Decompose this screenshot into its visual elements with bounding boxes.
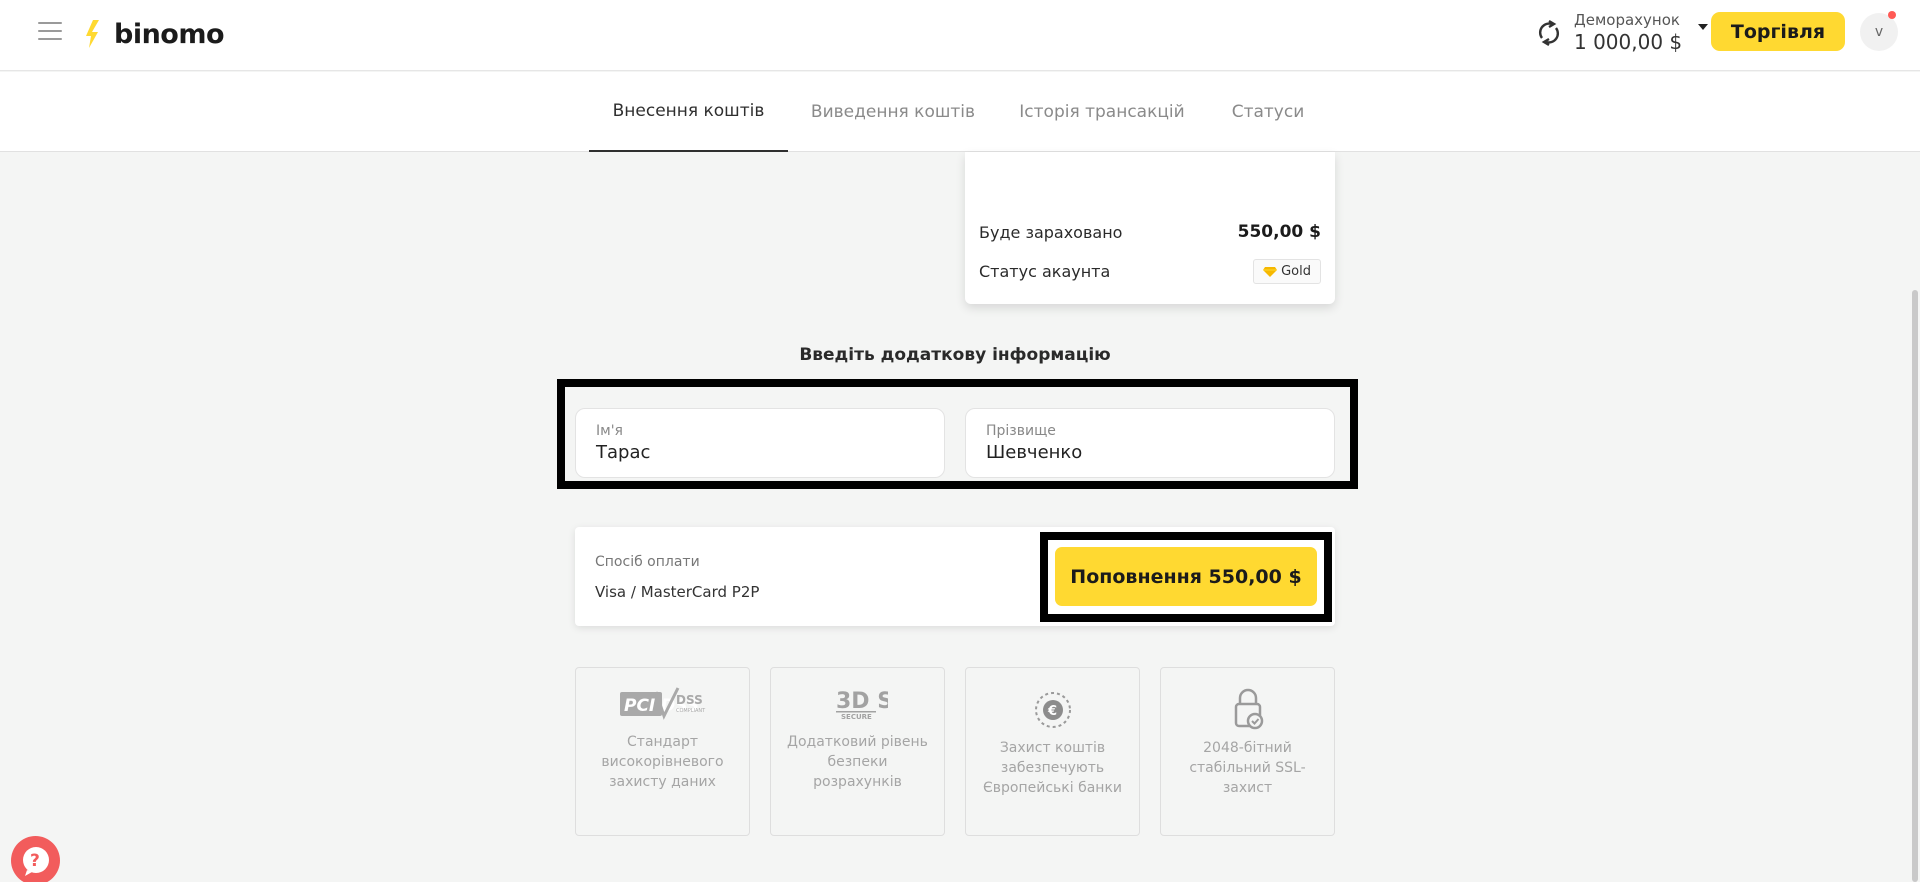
notification-dot bbox=[1888, 11, 1896, 19]
tab-withdrawal[interactable]: Виведення коштів bbox=[806, 72, 980, 152]
trade-button[interactable]: Торгівля bbox=[1711, 12, 1845, 51]
account-status-row: Статус акаунта Gold bbox=[979, 259, 1321, 284]
payment-method-value: Visa / MasterCard P2P bbox=[595, 583, 760, 601]
menu-icon[interactable] bbox=[38, 22, 62, 42]
first-name-value[interactable]: Тарас bbox=[596, 442, 650, 463]
account-status-label: Статус акаунта bbox=[979, 262, 1111, 281]
3d-secure-icon: 3D SECURE SECURE bbox=[835, 689, 888, 721]
tab-deposit[interactable]: Внесення коштів bbox=[589, 72, 788, 152]
ssl-lock-icon bbox=[1234, 688, 1263, 730]
tab-statuses[interactable]: Статуси bbox=[1225, 72, 1311, 152]
status-badge: Gold bbox=[1253, 259, 1321, 284]
tab-transaction-history[interactable]: Історія трансакцій bbox=[1018, 72, 1186, 152]
account-balance: 1 000,00 $ bbox=[1574, 30, 1683, 54]
last-name-field[interactable]: Прізвище Шевченко bbox=[965, 408, 1335, 478]
help-chat-icon: ? bbox=[22, 846, 49, 876]
euro-shield-icon: € bbox=[1034, 692, 1071, 728]
first-name-label: Ім'я bbox=[596, 423, 623, 439]
logo-bolt-icon bbox=[86, 20, 99, 48]
gem-icon bbox=[1263, 266, 1278, 277]
chevron-down-icon bbox=[1698, 24, 1709, 30]
security-tile-text: Стандарт високорівневого захисту даних bbox=[601, 734, 724, 790]
name-fields-highlight: Ім'я Тарас Прізвище Шевченко bbox=[557, 379, 1358, 489]
svg-text:3D SECURE: 3D SECURE bbox=[836, 689, 888, 714]
svg-text:SECURE: SECURE bbox=[841, 713, 872, 721]
security-tile-pci: PCI DSS DSS COMPLIANT Стандарт високорів… bbox=[575, 667, 750, 836]
credited-row: Буде зараховано 550,00 $ bbox=[979, 222, 1321, 242]
svg-text:€: € bbox=[1047, 704, 1057, 719]
deposit-button-highlight: Поповнення 550,00 $ bbox=[1040, 532, 1332, 622]
last-name-label: Прізвище bbox=[986, 423, 1056, 439]
account-type-label: Деморахунок bbox=[1574, 11, 1680, 29]
first-name-field[interactable]: Ім'я Тарас bbox=[575, 408, 945, 478]
help-button[interactable]: ? bbox=[11, 836, 60, 882]
cashier-tabs: Внесення коштів Виведення коштів Історія… bbox=[0, 72, 1920, 152]
security-tile-text: 2048-бітний стабільний SSL-захист bbox=[1189, 740, 1306, 796]
svg-text:COMPLIANT: COMPLIANT bbox=[676, 708, 706, 714]
page-scrollbar[interactable] bbox=[1912, 290, 1918, 882]
account-switcher[interactable]: Деморахунок 1 000,00 $ bbox=[1534, 8, 1709, 58]
last-name-value[interactable]: Шевченко bbox=[986, 442, 1082, 463]
security-tile-text: Додатковий рівень безпеки розрахунків bbox=[787, 734, 928, 790]
additional-info-heading: Введіть додаткову інформацію bbox=[799, 345, 1111, 365]
payment-method-label: Спосіб оплати bbox=[595, 554, 700, 570]
security-tile-3d-secure: 3D SECURE SECURE Додатковий рівень безпе… bbox=[770, 667, 945, 836]
logo-text: binomo bbox=[114, 18, 225, 50]
credited-value: 550,00 $ bbox=[1237, 222, 1321, 242]
security-tile-euro-banks: € Захист коштів забезпечують Європейські… bbox=[965, 667, 1140, 836]
svg-text:DSS: DSS bbox=[676, 693, 703, 707]
svg-text:?: ? bbox=[30, 851, 40, 871]
security-tile-ssl: 2048-бітний стабільний SSL-захист bbox=[1160, 667, 1335, 836]
pci-dss-icon: PCI DSS DSS COMPLIANT bbox=[619, 687, 706, 720]
top-header: binomo Деморахунок 1 000,00 $ Торгівля v bbox=[0, 0, 1920, 71]
sync-icon bbox=[1539, 19, 1559, 47]
deposit-submit-button[interactable]: Поповнення 550,00 $ bbox=[1055, 547, 1317, 606]
binomo-logo[interactable]: binomo bbox=[84, 16, 225, 52]
deposit-summary-card: Буде зараховано 550,00 $ Статус акаунта … bbox=[965, 152, 1335, 304]
security-tile-text: Захист коштів забезпечують Європейські б… bbox=[982, 740, 1122, 796]
credited-label: Буде зараховано bbox=[979, 222, 1123, 242]
status-badge-label: Gold bbox=[1281, 264, 1311, 279]
